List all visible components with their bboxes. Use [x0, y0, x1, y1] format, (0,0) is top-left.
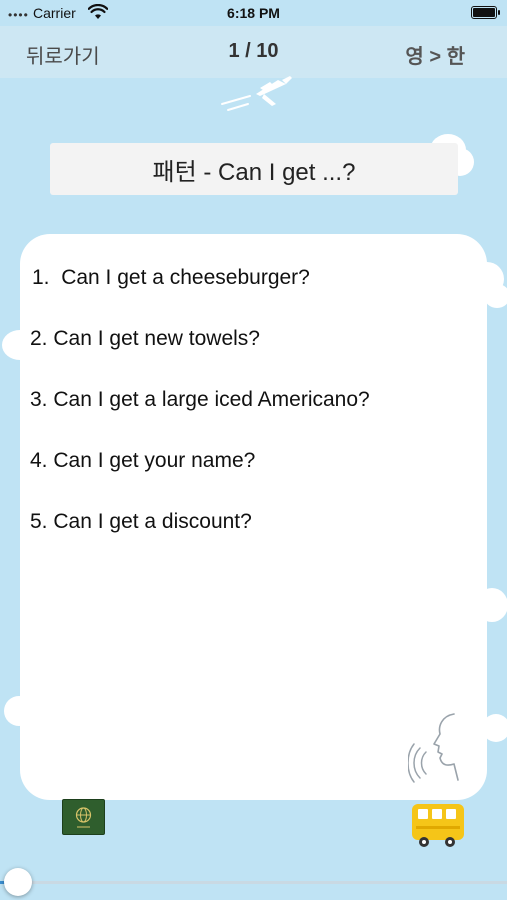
sentence-item[interactable]: 3. Can I get a large iced Americano? — [30, 388, 370, 412]
sentence-text: Can I get new towels? — [53, 327, 260, 350]
sentence-text: Can I get a large iced Americano? — [53, 388, 370, 411]
passport-icon — [62, 799, 105, 835]
speaking-head-icon[interactable] — [407, 708, 480, 797]
sentence-number: 4. — [30, 449, 48, 472]
battery-icon — [471, 6, 500, 19]
sentence-number: 2. — [30, 327, 48, 350]
status-bar: •••• Carrier 6:18 PM — [0, 0, 507, 26]
progress-slider-track[interactable] — [0, 881, 507, 884]
sentence-number: 5. — [30, 510, 48, 533]
clock: 6:18 PM — [227, 5, 280, 21]
sentence-item[interactable]: 5. Can I get a discount? — [30, 510, 252, 534]
nav-bar: 뒤로가기 1 / 10 영 > 한 — [0, 26, 507, 78]
progress-slider-thumb[interactable] — [4, 868, 32, 896]
sentence-item[interactable]: 1. Can I get a cheeseburger? — [32, 266, 310, 290]
sentence-text: Can I get a cheeseburger? — [61, 266, 310, 289]
bus-icon — [410, 800, 468, 857]
pattern-title: 패턴 - Can I get ...? — [50, 143, 458, 195]
sentence-text: Can I get a discount? — [53, 510, 252, 533]
airplane-icon — [220, 74, 296, 119]
sentence-item[interactable]: 2. Can I get new towels? — [30, 327, 260, 351]
sentence-text: Can I get your name? — [53, 449, 256, 472]
language-toggle-button[interactable]: 영 > 한 — [405, 40, 465, 69]
sentence-item[interactable]: 4. Can I get your name? — [30, 449, 255, 473]
sentence-number: 3. — [30, 388, 48, 411]
sentence-number: 1. — [32, 266, 50, 289]
sentence-card: 1. Can I get a cheeseburger? 2. Can I ge… — [20, 234, 487, 800]
